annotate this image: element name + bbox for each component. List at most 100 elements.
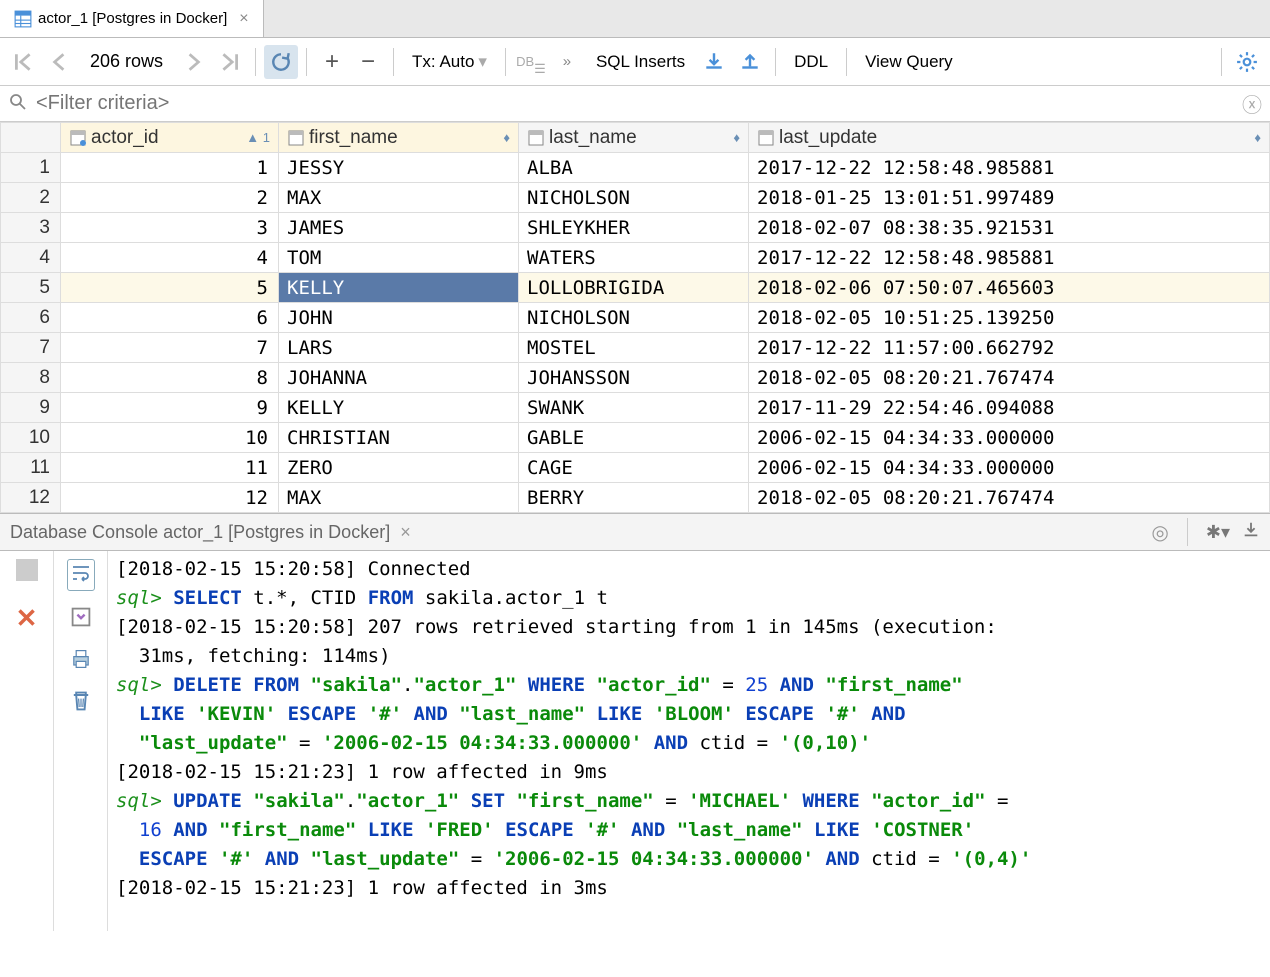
cell-first-name[interactable]: JAMES	[279, 213, 519, 243]
cell-actor-id[interactable]: 12	[61, 483, 279, 513]
table-row[interactable]: 99KELLYSWANK2017-11-29 22:54:46.094088	[1, 393, 1270, 423]
cell-last-name[interactable]: GABLE	[519, 423, 749, 453]
cell-actor-id[interactable]: 9	[61, 393, 279, 423]
table-row[interactable]: 1111ZEROCAGE2006-02-15 04:34:33.000000	[1, 453, 1270, 483]
row-number[interactable]: 9	[1, 393, 61, 423]
cell-last-name[interactable]: ALBA	[519, 153, 749, 183]
row-number[interactable]: 3	[1, 213, 61, 243]
view-query-button[interactable]: View Query	[855, 45, 963, 79]
cell-first-name[interactable]: JESSY	[279, 153, 519, 183]
cell-last-update[interactable]: 2018-02-06 07:50:07.465603	[749, 273, 1270, 303]
console-tab-title[interactable]: Database Console actor_1 [Postgres in Do…	[10, 522, 390, 543]
cell-first-name[interactable]: JOHANNA	[279, 363, 519, 393]
table-row[interactable]: 1010CHRISTIANGABLE2006-02-15 04:34:33.00…	[1, 423, 1270, 453]
cell-last-name[interactable]: MOSTEL	[519, 333, 749, 363]
cell-actor-id[interactable]: 10	[61, 423, 279, 453]
cell-last-name[interactable]: SWANK	[519, 393, 749, 423]
tab-actor1[interactable]: actor_1 [Postgres in Docker] ×	[0, 0, 264, 37]
cell-last-name[interactable]: CAGE	[519, 453, 749, 483]
row-number[interactable]: 2	[1, 183, 61, 213]
cell-first-name[interactable]: MAX	[279, 183, 519, 213]
filter-input[interactable]	[36, 92, 1234, 115]
cell-actor-id[interactable]: 8	[61, 363, 279, 393]
cancel-x-icon[interactable]: ✕	[16, 603, 38, 634]
clear-filter-icon[interactable]: ⓧ	[1242, 89, 1262, 118]
row-number[interactable]: 12	[1, 483, 61, 513]
column-header-first-name[interactable]: first_name♦	[279, 123, 519, 153]
first-page-icon[interactable]	[6, 45, 40, 79]
print-icon[interactable]	[69, 647, 93, 675]
cell-actor-id[interactable]: 5	[61, 273, 279, 303]
cell-actor-id[interactable]: 1	[61, 153, 279, 183]
cell-first-name[interactable]: ZERO	[279, 453, 519, 483]
row-number[interactable]: 11	[1, 453, 61, 483]
row-number[interactable]: 1	[1, 153, 61, 183]
table-row[interactable]: 1212MAXBERRY2018-02-05 08:20:21.767474	[1, 483, 1270, 513]
cell-last-update[interactable]: 2017-11-29 22:54:46.094088	[749, 393, 1270, 423]
console-output[interactable]: [2018-02-15 15:20:58] Connected sql> SEL…	[108, 551, 1270, 931]
last-page-icon[interactable]	[213, 45, 247, 79]
cell-actor-id[interactable]: 4	[61, 243, 279, 273]
close-icon[interactable]: ×	[400, 522, 411, 543]
table-row[interactable]: 66JOHNNICHOLSON2018-02-05 10:51:25.13925…	[1, 303, 1270, 333]
import-down-icon[interactable]	[697, 45, 731, 79]
cell-first-name[interactable]: LARS	[279, 333, 519, 363]
table-row[interactable]: 44TOMWATERS2017-12-22 12:58:48.985881	[1, 243, 1270, 273]
table-row[interactable]: 33JAMESSHLEYKHER2018-02-07 08:38:35.9215…	[1, 213, 1270, 243]
trash-icon[interactable]	[69, 689, 93, 717]
table-row[interactable]: 55KELLYLOLLOBRIGIDA2018-02-06 07:50:07.4…	[1, 273, 1270, 303]
download-icon[interactable]	[1242, 521, 1260, 544]
cell-last-update[interactable]: 2017-12-22 12:58:48.985881	[749, 243, 1270, 273]
cell-first-name[interactable]: KELLY	[279, 393, 519, 423]
cell-first-name[interactable]: TOM	[279, 243, 519, 273]
remove-row-icon[interactable]: −	[351, 45, 385, 79]
cell-last-update[interactable]: 2018-01-25 13:01:51.997489	[749, 183, 1270, 213]
expand-icon[interactable]: »	[550, 45, 584, 79]
cell-actor-id[interactable]: 11	[61, 453, 279, 483]
cell-last-update[interactable]: 2018-02-05 08:20:21.767474	[749, 483, 1270, 513]
table-row[interactable]: 77LARSMOSTEL2017-12-22 11:57:00.662792	[1, 333, 1270, 363]
cell-last-update[interactable]: 2006-02-15 04:34:33.000000	[749, 423, 1270, 453]
table-row[interactable]: 88JOHANNAJOHANSSON2018-02-05 08:20:21.76…	[1, 363, 1270, 393]
table-row[interactable]: 11JESSYALBA2017-12-22 12:58:48.985881	[1, 153, 1270, 183]
row-number[interactable]: 6	[1, 303, 61, 333]
cell-last-name[interactable]: LOLLOBRIGIDA	[519, 273, 749, 303]
row-number[interactable]: 5	[1, 273, 61, 303]
cell-last-update[interactable]: 2006-02-15 04:34:33.000000	[749, 453, 1270, 483]
add-row-icon[interactable]: +	[315, 45, 349, 79]
cell-actor-id[interactable]: 3	[61, 213, 279, 243]
row-number[interactable]: 7	[1, 333, 61, 363]
cell-last-update[interactable]: 2018-02-05 08:20:21.767474	[749, 363, 1270, 393]
cell-actor-id[interactable]: 2	[61, 183, 279, 213]
cell-first-name[interactable]: MAX	[279, 483, 519, 513]
cell-last-name[interactable]: SHLEYKHER	[519, 213, 749, 243]
cell-last-update[interactable]: 2018-02-07 08:38:35.921531	[749, 213, 1270, 243]
next-page-icon[interactable]	[177, 45, 211, 79]
wrap-text-icon[interactable]	[67, 559, 95, 591]
row-number[interactable]: 4	[1, 243, 61, 273]
cell-last-name[interactable]: NICHOLSON	[519, 183, 749, 213]
stop-square-icon[interactable]	[16, 559, 38, 581]
column-header-last-update[interactable]: last_update♦	[749, 123, 1270, 153]
row-number[interactable]: 8	[1, 363, 61, 393]
db-icon[interactable]: DB☰	[514, 45, 548, 79]
settings-gear-icon[interactable]	[1230, 45, 1264, 79]
cell-actor-id[interactable]: 6	[61, 303, 279, 333]
cell-last-name[interactable]: BERRY	[519, 483, 749, 513]
prev-page-icon[interactable]	[42, 45, 76, 79]
column-header-actor-id[interactable]: actor_id▲ 1	[61, 123, 279, 153]
cell-last-name[interactable]: WATERS	[519, 243, 749, 273]
search-icon[interactable]	[8, 92, 28, 116]
cell-last-name[interactable]: NICHOLSON	[519, 303, 749, 333]
table-row[interactable]: 22MAXNICHOLSON2018-01-25 13:01:51.997489	[1, 183, 1270, 213]
column-header-last-name[interactable]: last_name♦	[519, 123, 749, 153]
cell-actor-id[interactable]: 7	[61, 333, 279, 363]
cell-last-update[interactable]: 2018-02-05 10:51:25.139250	[749, 303, 1270, 333]
refresh-icon[interactable]	[264, 45, 298, 79]
tx-mode-dropdown[interactable]: Tx: Auto ▾	[402, 45, 497, 79]
gear-dropdown-icon[interactable]: ✱▾	[1206, 522, 1230, 543]
target-icon[interactable]: ◎	[1151, 520, 1168, 545]
ddl-button[interactable]: DDL	[784, 45, 838, 79]
cell-first-name[interactable]: CHRISTIAN	[279, 423, 519, 453]
export-up-icon[interactable]	[733, 45, 767, 79]
